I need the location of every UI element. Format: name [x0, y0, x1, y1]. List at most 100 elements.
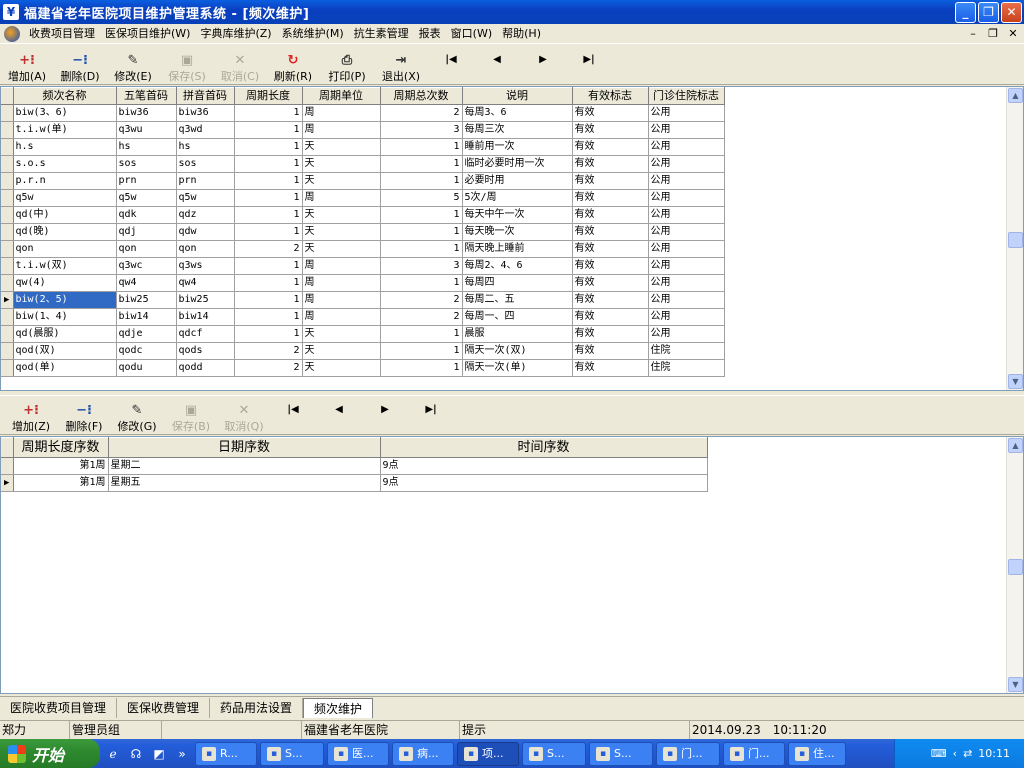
table-cell[interactable]: 有效 [572, 240, 649, 258]
tray-expand-icon[interactable]: ‹ [953, 747, 957, 760]
scroll-thumb[interactable] [1008, 232, 1023, 248]
taskbar-button[interactable]: ▪ 项... [457, 741, 519, 766]
detail-prev-record-button[interactable]: ◀ [316, 396, 362, 434]
column-header[interactable]: 周期长度 [234, 87, 303, 105]
table-cell[interactable]: 每周三次 [462, 121, 573, 139]
table-cell[interactable]: 天 [302, 155, 381, 173]
close-button[interactable]: ✕ [1001, 2, 1022, 23]
table-cell[interactable]: biw(2、5) [13, 291, 117, 309]
table-cell[interactable]: 公用 [648, 240, 725, 258]
column-header[interactable]: 有效标志 [572, 87, 649, 105]
detail-next-record-button[interactable]: ▶ [362, 396, 408, 434]
table-row[interactable]: qon qon qon 2 天 1 隔天晚上睡前 有效 公用 [1, 240, 725, 258]
table-cell[interactable]: p.r.n [13, 172, 117, 190]
table-cell[interactable]: 1 [234, 274, 303, 292]
table-cell[interactable]: biw25 [176, 291, 235, 309]
child-restore-button[interactable]: ❐ [986, 27, 1000, 40]
table-cell[interactable]: 晨服 [462, 325, 573, 343]
table-cell[interactable]: 天 [302, 138, 381, 156]
column-header[interactable]: 周期单位 [302, 87, 381, 105]
table-cell[interactable]: 5 [380, 189, 463, 207]
app-logo-icon[interactable] [4, 25, 20, 42]
table-cell[interactable]: qodd [176, 359, 235, 377]
table-row[interactable]: 第1周 星期二 9点 [1, 457, 708, 475]
table-cell[interactable]: 2 [234, 342, 303, 360]
table-cell[interactable]: 临时必要时用一次 [462, 155, 573, 173]
taskbar-button[interactable]: ▪ 医... [327, 741, 389, 766]
frequency-grid-scrollbar[interactable]: ▲ ▼ [1006, 87, 1023, 390]
table-cell[interactable]: qdz [176, 206, 235, 224]
table-cell[interactable]: 3 [380, 121, 463, 139]
column-header[interactable]: 拼音首码 [176, 87, 235, 105]
row-indicator[interactable] [1, 257, 14, 275]
table-cell[interactable]: 有效 [572, 172, 649, 190]
table-cell[interactable]: biw(1、4) [13, 308, 117, 326]
table-cell[interactable]: 每周一、四 [462, 308, 573, 326]
table-cell[interactable]: 有效 [572, 291, 649, 309]
table-cell[interactable]: sos [176, 155, 235, 173]
table-row[interactable]: biw(1、4) biw14 biw14 1 周 2 每周一、四 有效 公用 [1, 308, 725, 326]
table-cell[interactable]: 1 [234, 172, 303, 190]
table-cell[interactable]: 公用 [648, 325, 725, 343]
table-cell[interactable]: 隔天一次(双) [462, 342, 573, 360]
column-header[interactable]: 周期长度序数 [13, 437, 109, 458]
table-cell[interactable]: 天 [302, 359, 381, 377]
column-header[interactable]: 五笔首码 [116, 87, 177, 105]
table-cell[interactable]: 有效 [572, 155, 649, 173]
table-cell[interactable]: 周 [302, 274, 381, 292]
table-cell[interactable]: 1 [234, 206, 303, 224]
table-cell[interactable]: qon [116, 240, 177, 258]
table-cell[interactable]: qdk [116, 206, 177, 224]
table-cell[interactable]: qodu [116, 359, 177, 377]
table-cell[interactable]: 有效 [572, 325, 649, 343]
schedule-grid-scrollbar[interactable]: ▲ ▼ [1006, 437, 1023, 693]
table-row[interactable]: qd(晚) qdj qdw 1 天 1 每天晚一次 有效 公用 [1, 223, 725, 241]
table-cell[interactable]: 公用 [648, 189, 725, 207]
print-button[interactable]: ⎙ 打印(P) [320, 46, 374, 84]
row-indicator[interactable] [1, 206, 14, 224]
tab-window[interactable]: 医保收费管理 [117, 697, 211, 718]
table-cell[interactable]: 有效 [572, 308, 649, 326]
row-indicator[interactable] [1, 240, 14, 258]
taskbar-button[interactable]: ▪ 门... [723, 741, 785, 766]
table-cell[interactable]: q3wd [176, 121, 235, 139]
detail-delete-button[interactable]: −⁝ 删除(F) [58, 396, 110, 434]
table-cell[interactable]: 1 [234, 291, 303, 309]
table-cell[interactable]: 周 [302, 189, 381, 207]
detail-first-record-button[interactable]: |◀ [270, 396, 316, 434]
table-cell[interactable]: 周 [302, 291, 381, 309]
table-row[interactable]: h.s hs hs 1 天 1 睡前用一次 有效 公用 [1, 138, 725, 156]
maximize-button[interactable]: ❐ [978, 2, 999, 23]
table-cell[interactable]: h.s [13, 138, 117, 156]
delete-button[interactable]: −⁝ 删除(D) [54, 46, 106, 84]
table-cell[interactable]: q5w [176, 189, 235, 207]
detail-add-button[interactable]: +⁝ 增加(Z) [4, 396, 58, 434]
menu-item[interactable]: 帮助(H) [497, 25, 546, 43]
table-cell[interactable]: qon [13, 240, 117, 258]
table-cell[interactable]: t.i.w(单) [13, 121, 117, 139]
tab-window[interactable]: 药品用法设置 [210, 697, 304, 718]
table-cell[interactable]: 星期五 [108, 474, 381, 492]
table-cell[interactable]: 第1周 [13, 457, 109, 475]
table-cell[interactable]: 公用 [648, 104, 725, 122]
table-cell[interactable]: qdje [116, 325, 177, 343]
table-cell[interactable]: 有效 [572, 257, 649, 275]
start-button[interactable]: 开始 [0, 739, 100, 768]
table-cell[interactable]: 隔天晚上睡前 [462, 240, 573, 258]
tab-window[interactable]: 频次维护 [303, 697, 374, 718]
table-cell[interactable]: 公用 [648, 308, 725, 326]
table-cell[interactable]: 2 [380, 291, 463, 309]
next-record-button[interactable]: ▶ [520, 46, 566, 84]
table-row[interactable]: q5w q5w q5w 1 周 5 5次/周 有效 公用 [1, 189, 725, 207]
menu-item[interactable]: 系统维护(M) [277, 25, 349, 43]
table-cell[interactable]: 3 [380, 257, 463, 275]
row-indicator[interactable] [1, 121, 14, 139]
table-cell[interactable]: 有效 [572, 223, 649, 241]
row-indicator[interactable] [1, 223, 14, 241]
table-cell[interactable]: 1 [234, 257, 303, 275]
table-row[interactable]: qod(双) qodc qods 2 天 1 隔天一次(双) 有效 住院 [1, 342, 725, 360]
schedule-grid[interactable]: 周期长度序数 日期序数 时间序数 第1周 星期二 9点 ▶ 第1周 星期五 9点 ▲ ▼ [0, 436, 1024, 694]
table-cell[interactable]: qdcf [176, 325, 235, 343]
table-cell[interactable]: 公用 [648, 291, 725, 309]
refresh-button[interactable]: ↻ 刷新(R) [266, 46, 320, 84]
